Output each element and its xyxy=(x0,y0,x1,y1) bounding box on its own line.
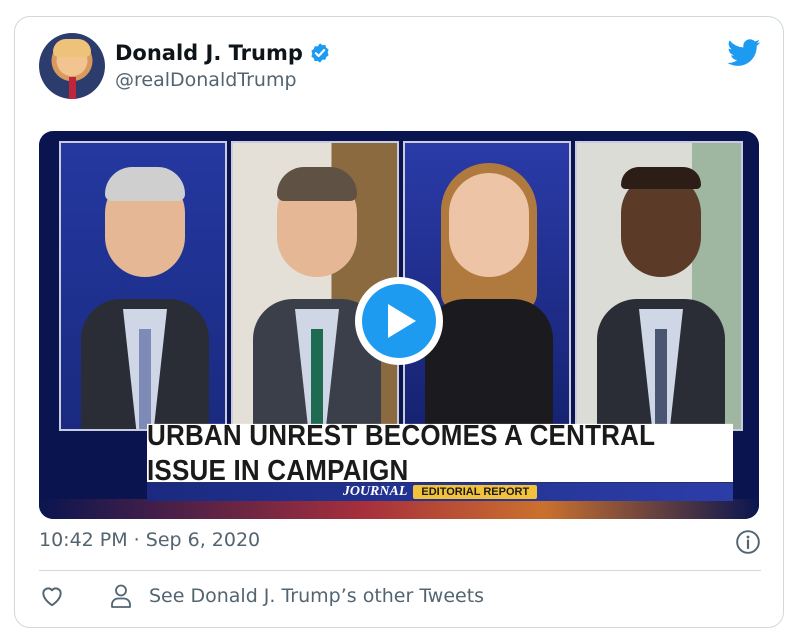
verified-badge-icon xyxy=(311,43,329,63)
editorial-report-label: EDITORIAL REPORT xyxy=(413,485,538,499)
journal-label: JOURNAL xyxy=(342,484,408,499)
lower-stripe xyxy=(39,499,759,519)
guest-panel xyxy=(59,141,227,431)
see-other-tweets-link[interactable]: See Donald J. Trump’s other Tweets xyxy=(149,585,484,607)
news-chyron: URBAN UNREST BECOMES A CENTRAL ISSUE IN … xyxy=(147,418,733,487)
author-name[interactable]: Donald J. Trump xyxy=(115,41,303,65)
info-icon[interactable] xyxy=(735,529,761,555)
divider xyxy=(39,570,761,571)
tweet-actions: See Donald J. Trump’s other Tweets xyxy=(39,583,484,609)
show-banner: JOURNAL EDITORIAL REPORT xyxy=(147,483,733,501)
heart-icon[interactable] xyxy=(39,583,65,609)
twitter-bird-icon[interactable] xyxy=(727,39,761,67)
play-icon xyxy=(362,284,436,358)
tweet-card: Donald J. Trump @realDonaldTrump URBAN U… xyxy=(14,16,784,628)
play-button[interactable] xyxy=(355,277,443,365)
avatar[interactable] xyxy=(39,33,105,99)
person-icon xyxy=(111,584,131,608)
author-row: Donald J. Trump xyxy=(115,41,331,65)
tweet-timestamp[interactable]: 10:42 PM · Sep 6, 2020 xyxy=(39,529,260,551)
author-handle[interactable]: @realDonaldTrump xyxy=(115,69,297,91)
guest-panel xyxy=(403,141,571,431)
guest-panel xyxy=(575,141,743,431)
video-thumbnail[interactable]: URBAN UNREST BECOMES A CENTRAL ISSUE IN … xyxy=(39,131,759,519)
